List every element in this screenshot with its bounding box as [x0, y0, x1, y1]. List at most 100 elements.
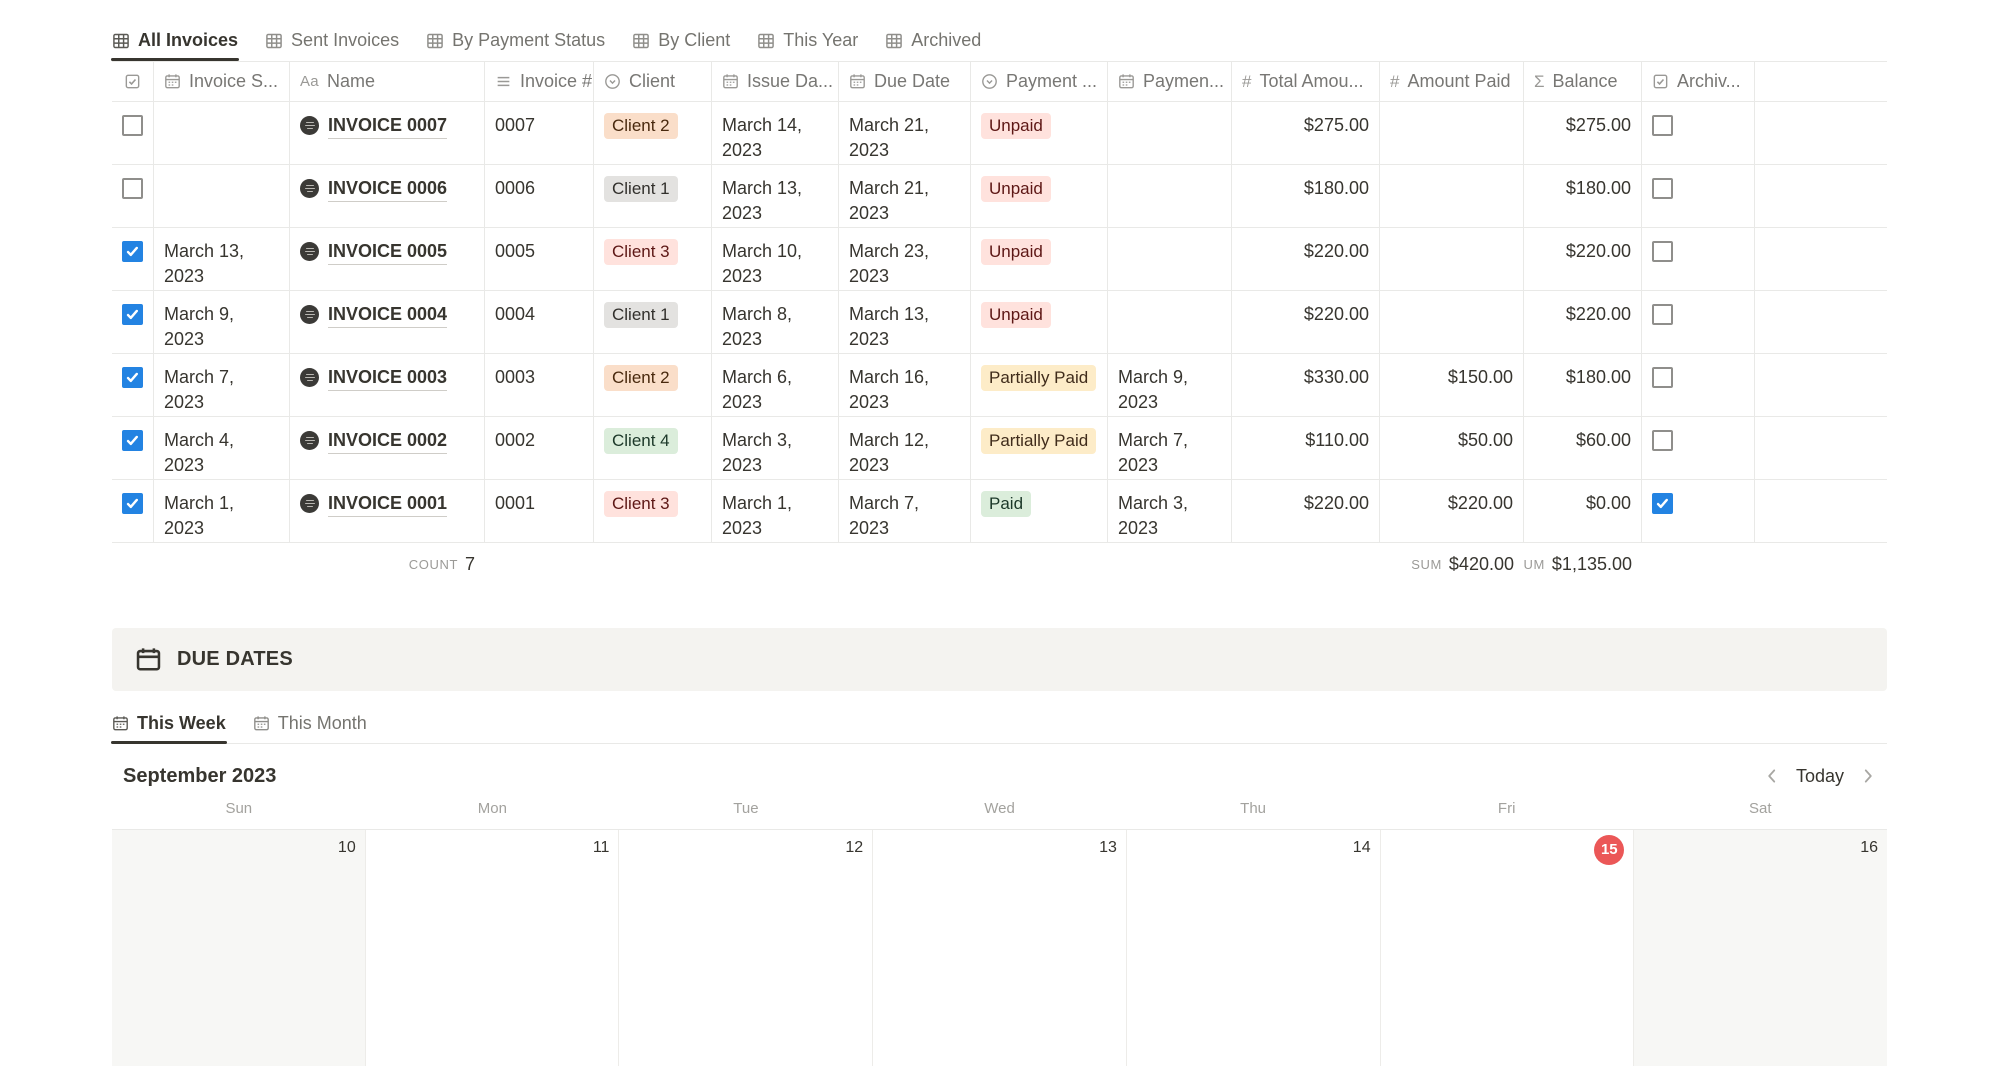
row-select-checkbox[interactable] [122, 115, 143, 136]
cell-balance[interactable]: $0.00 [1524, 480, 1642, 542]
cell-sent[interactable]: March 13, 2023 [154, 228, 290, 290]
cell-archived[interactable] [1642, 228, 1755, 290]
cell-balance[interactable]: $180.00 [1524, 165, 1642, 227]
cell-archived[interactable] [1642, 165, 1755, 227]
cell-select[interactable] [112, 417, 154, 479]
invoice-link[interactable]: INVOICE 0003 [328, 365, 447, 391]
column-header-name[interactable]: AaName [290, 62, 485, 101]
cell-client[interactable]: Client 1 [594, 291, 712, 353]
cell-paid[interactable]: $50.00 [1380, 417, 1524, 479]
cell-issue[interactable]: March 13, 2023 [712, 165, 839, 227]
amount-paid-sum-aggregate[interactable]: SUM $420.00 [1380, 543, 1524, 585]
cell-total[interactable]: $220.00 [1232, 480, 1380, 542]
cell-balance[interactable]: $220.00 [1524, 291, 1642, 353]
cell-select[interactable] [112, 228, 154, 290]
cell-client[interactable]: Client 4 [594, 417, 712, 479]
cell-num[interactable]: 0006 [485, 165, 594, 227]
cell-paid[interactable]: $150.00 [1380, 354, 1524, 416]
cell-issue[interactable]: March 14, 2023 [712, 102, 839, 164]
cell-paydate[interactable] [1108, 102, 1232, 164]
cell-issue[interactable]: March 1, 2023 [712, 480, 839, 542]
column-header-status[interactable]: Payment ... [971, 62, 1108, 101]
column-header-sent[interactable]: Invoice S... [154, 62, 290, 101]
cell-num[interactable]: 0003 [485, 354, 594, 416]
column-header-due[interactable]: Due Date [839, 62, 971, 101]
cell-paid[interactable] [1380, 291, 1524, 353]
calendar-cell[interactable]: 16 [1634, 830, 1887, 1066]
column-header-paydate[interactable]: Paymen... [1108, 62, 1232, 101]
calendar-cell[interactable]: 15 [1381, 830, 1635, 1066]
view-tab-by-payment-status[interactable]: By Payment Status [426, 20, 605, 61]
cell-issue[interactable]: March 10, 2023 [712, 228, 839, 290]
row-select-checkbox[interactable] [122, 493, 143, 514]
calendar-cell[interactable]: 11 [366, 830, 620, 1066]
row-select-checkbox[interactable] [122, 430, 143, 451]
archived-checkbox[interactable] [1652, 241, 1673, 262]
cell-paydate[interactable]: March 7, 2023 [1108, 417, 1232, 479]
calendar-cell[interactable]: 12 [619, 830, 873, 1066]
cell-select[interactable] [112, 291, 154, 353]
cell-paydate[interactable]: March 9, 2023 [1108, 354, 1232, 416]
cell-select[interactable] [112, 480, 154, 542]
cell-select[interactable] [112, 165, 154, 227]
cell-name[interactable]: INVOICE 0003 [290, 354, 485, 416]
row-select-checkbox[interactable] [122, 367, 143, 388]
invoice-link[interactable]: INVOICE 0006 [328, 176, 447, 202]
cell-status[interactable]: Paid [971, 480, 1108, 542]
cell-num[interactable]: 0004 [485, 291, 594, 353]
column-header-client[interactable]: Client [594, 62, 712, 101]
cell-status[interactable]: Unpaid [971, 102, 1108, 164]
due-dates-section-header[interactable]: DUE DATES [112, 628, 1887, 691]
archived-checkbox[interactable] [1652, 178, 1673, 199]
cell-select[interactable] [112, 354, 154, 416]
cell-sent[interactable]: March 7, 2023 [154, 354, 290, 416]
cell-status[interactable]: Unpaid [971, 228, 1108, 290]
due-tab-this-week[interactable]: This Week [112, 703, 226, 744]
cell-archived[interactable] [1642, 102, 1755, 164]
column-header-paid[interactable]: #Amount Paid [1380, 62, 1524, 101]
cell-total[interactable]: $275.00 [1232, 102, 1380, 164]
column-header-total[interactable]: #Total Amou... [1232, 62, 1380, 101]
archived-checkbox[interactable] [1652, 115, 1673, 136]
cell-paydate[interactable]: March 3, 2023 [1108, 480, 1232, 542]
column-header-balance[interactable]: ΣBalance [1524, 62, 1642, 101]
calendar-cell[interactable]: 13 [873, 830, 1127, 1066]
cell-name[interactable]: INVOICE 0007 [290, 102, 485, 164]
view-tab-this-year[interactable]: This Year [757, 20, 858, 61]
cell-paydate[interactable] [1108, 165, 1232, 227]
calendar-cell[interactable]: 14 [1127, 830, 1381, 1066]
cell-archived[interactable] [1642, 291, 1755, 353]
cell-due[interactable]: March 21, 2023 [839, 165, 971, 227]
count-aggregate[interactable]: COUNT 7 [290, 543, 485, 585]
row-select-checkbox[interactable] [122, 304, 143, 325]
cell-name[interactable]: INVOICE 0002 [290, 417, 485, 479]
view-tab-archived[interactable]: Archived [885, 20, 981, 61]
invoice-link[interactable]: INVOICE 0007 [328, 113, 447, 139]
cell-due[interactable]: March 12, 2023 [839, 417, 971, 479]
column-header-select[interactable] [112, 62, 154, 101]
cell-num[interactable]: 0007 [485, 102, 594, 164]
cell-sent[interactable]: March 4, 2023 [154, 417, 290, 479]
column-header-archived[interactable]: Archiv... [1642, 62, 1755, 101]
invoice-link[interactable]: INVOICE 0005 [328, 239, 447, 265]
cell-status[interactable]: Partially Paid [971, 354, 1108, 416]
cell-issue[interactable]: March 6, 2023 [712, 354, 839, 416]
cell-sent[interactable]: March 9, 2023 [154, 291, 290, 353]
cell-due[interactable]: March 7, 2023 [839, 480, 971, 542]
cell-name[interactable]: INVOICE 0005 [290, 228, 485, 290]
cell-sent[interactable] [154, 102, 290, 164]
cell-balance[interactable]: $180.00 [1524, 354, 1642, 416]
invoice-link[interactable]: INVOICE 0004 [328, 302, 447, 328]
cell-due[interactable]: March 23, 2023 [839, 228, 971, 290]
cell-archived[interactable] [1642, 480, 1755, 542]
cell-issue[interactable]: March 8, 2023 [712, 291, 839, 353]
cell-status[interactable]: Unpaid [971, 291, 1108, 353]
cell-total[interactable]: $220.00 [1232, 228, 1380, 290]
cell-total[interactable]: $110.00 [1232, 417, 1380, 479]
cell-num[interactable]: 0002 [485, 417, 594, 479]
cell-num[interactable]: 0001 [485, 480, 594, 542]
cell-total[interactable]: $220.00 [1232, 291, 1380, 353]
cell-client[interactable]: Client 1 [594, 165, 712, 227]
cell-due[interactable]: March 13, 2023 [839, 291, 971, 353]
cell-status[interactable]: Unpaid [971, 165, 1108, 227]
